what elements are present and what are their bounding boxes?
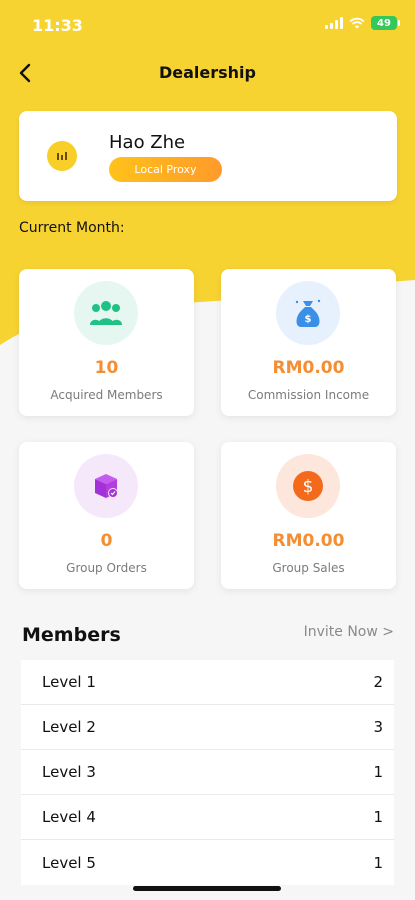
bar-chart-icon	[57, 152, 67, 160]
status-icons: 49	[325, 16, 400, 30]
level-count: 3	[373, 718, 383, 736]
level-count: 1	[373, 808, 383, 826]
home-indicator[interactable]	[133, 886, 281, 891]
current-month-label: Current Month:	[19, 220, 125, 236]
invite-now-link[interactable]: Invite Now >	[304, 624, 394, 640]
level-label: Level 1	[42, 673, 96, 691]
avatar	[47, 141, 77, 171]
level-count: 2	[373, 673, 383, 691]
members-level-list: Level 1 2 Level 2 3 Level 3 1 Level 4 1 …	[21, 660, 394, 885]
profile-name: Hao Zhe	[109, 132, 186, 153]
level-label: Level 2	[42, 718, 96, 736]
level-row[interactable]: Level 2 3	[21, 705, 394, 750]
level-label: Level 5	[42, 853, 96, 872]
stat-label: Acquired Members	[50, 388, 163, 402]
stat-acquired-members[interactable]: 10 Acquired Members	[19, 269, 194, 416]
box-icon-circle	[74, 454, 138, 518]
signal-icon	[325, 17, 343, 29]
level-row[interactable]: Level 4 1	[21, 795, 394, 840]
dollar-coin-icon-circle: $	[276, 454, 340, 518]
stat-value: 0	[100, 531, 113, 551]
stat-value: 10	[94, 358, 119, 378]
money-bag-icon: $	[295, 299, 321, 327]
stat-label: Group Sales	[272, 561, 345, 575]
stat-label: Commission Income	[247, 388, 370, 402]
box-icon	[95, 474, 118, 498]
level-row[interactable]: Level 1 2	[21, 660, 394, 705]
level-count: 1	[373, 853, 383, 872]
stat-value: RM0.00	[272, 531, 345, 551]
stat-value: RM0.00	[272, 358, 345, 378]
navigation-bar: Dealership	[0, 50, 415, 94]
page-title: Dealership	[158, 63, 256, 82]
members-icon-circle	[74, 281, 138, 345]
stat-group-sales[interactable]: $ RM0.00 Group Sales	[221, 442, 396, 589]
stat-group-orders[interactable]: 0 Group Orders	[19, 442, 194, 589]
wifi-icon	[349, 17, 365, 29]
members-section-title: Members	[22, 624, 121, 646]
dollar-coin-icon: $	[293, 471, 323, 501]
profile-card: Hao Zhe Local Proxy	[19, 111, 397, 201]
level-row[interactable]: Level 5 1	[21, 840, 394, 885]
members-icon	[90, 301, 122, 325]
status-bar: 11:33 49	[0, 0, 415, 50]
level-label: Level 3	[42, 763, 96, 781]
role-badge: Local Proxy	[109, 157, 222, 182]
money-bag-icon-circle: $	[276, 281, 340, 345]
svg-text:$: $	[303, 477, 314, 497]
svg-text:$: $	[305, 314, 312, 325]
battery-indicator: 49	[371, 16, 400, 30]
level-count: 1	[373, 763, 383, 781]
stat-commission-income[interactable]: $ RM0.00 Commission Income	[221, 269, 396, 416]
level-label: Level 4	[42, 808, 96, 826]
stat-label: Group Orders	[66, 561, 147, 575]
status-time: 11:33	[32, 16, 83, 35]
level-row[interactable]: Level 3 1	[21, 750, 394, 795]
